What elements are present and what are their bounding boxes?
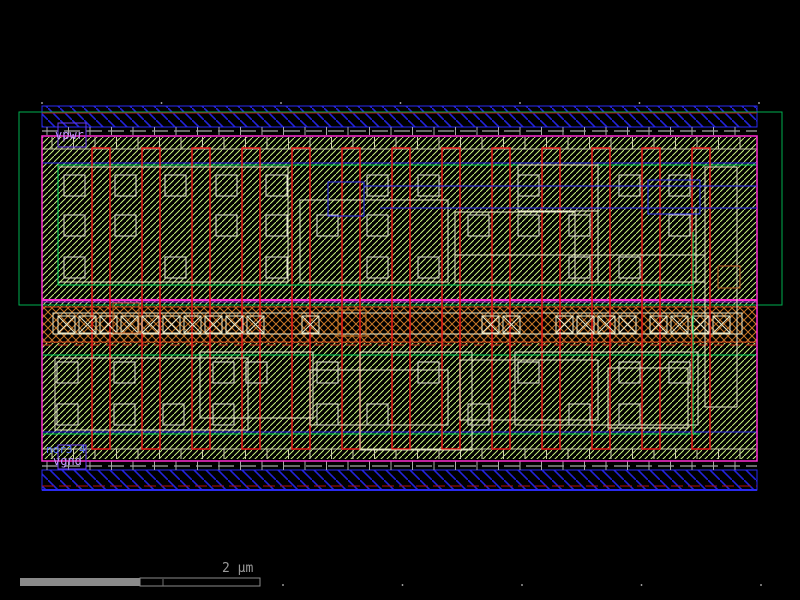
vpwr-rail <box>42 106 757 127</box>
grid-dot-row-top <box>758 102 760 104</box>
vgnd-rail <box>42 470 757 490</box>
grid-dot-row-bottom <box>760 584 762 586</box>
vpwr-label: vpwr <box>55 128 84 142</box>
grid-dot-row-bottom <box>521 584 523 586</box>
vgnd-label: vgnd <box>53 454 82 468</box>
layout-canvas[interactable]: vpwrnor3 4vgnd2 μm <box>0 0 800 600</box>
cell-interior-hatch <box>42 137 757 459</box>
grid-dot-row-top <box>639 102 641 104</box>
mid-magenta-line <box>42 299 757 301</box>
grid-dot-row-top <box>161 102 163 104</box>
layout-viewer: vpwrnor3 4vgnd2 μm <box>0 0 800 600</box>
scalebar-hollow <box>140 578 260 586</box>
scalebar-solid <box>20 578 140 586</box>
grid-dot-row-top <box>519 102 521 104</box>
grid-dot-row-bottom <box>402 584 404 586</box>
scalebar-label: 2 μm <box>222 561 253 576</box>
grid-dot-row-bottom <box>282 584 284 586</box>
grid-dot-row-bottom <box>641 584 643 586</box>
grid-dot-row-top <box>41 102 43 104</box>
grid-dot-row-top <box>280 102 282 104</box>
grid-dot-row-top <box>400 102 402 104</box>
